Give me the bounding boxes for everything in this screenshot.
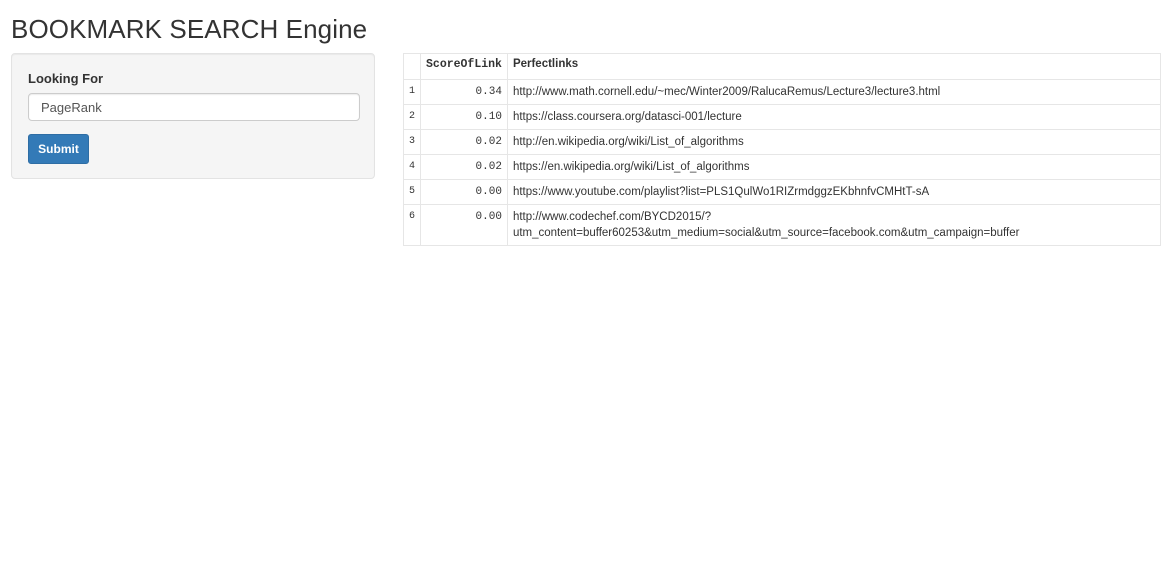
row-index: 3 bbox=[402, 129, 422, 155]
row-score: 0.02 bbox=[420, 129, 508, 155]
row-index: 5 bbox=[402, 179, 422, 205]
row-index: 4 bbox=[402, 154, 422, 180]
row-link-line-2: utm_content=buffer60253&utm_medium=socia… bbox=[512, 227, 1020, 239]
row-index: 2 bbox=[402, 104, 422, 130]
row-link[interactable]: https://www.youtube.com/playlist?list=PL… bbox=[506, 179, 1162, 205]
table-row: 3 0.02 http://en.wikipedia.org/wiki/List… bbox=[402, 129, 1162, 155]
table-row: 6 0.00 http://www.codechef.com/BYCD2015/… bbox=[402, 204, 1162, 246]
row-link[interactable]: https://en.wikipedia.org/wiki/List_of_al… bbox=[506, 154, 1162, 180]
row-link-line-1: http://www.codechef.com/BYCD2015/? bbox=[512, 211, 712, 223]
row-link[interactable]: http://en.wikipedia.org/wiki/List_of_alg… bbox=[506, 129, 1162, 155]
table-row: 2 0.10 https://class.coursera.org/datasc… bbox=[402, 104, 1162, 130]
row-score: 0.00 bbox=[420, 204, 508, 246]
header-perfectlinks[interactable]: Perfectlinks bbox=[506, 53, 1162, 80]
row-link[interactable]: http://www.math.cornell.edu/~mec/Winter2… bbox=[506, 79, 1162, 105]
results-table: ScoreOfLink Perfectlinks 1 0.34 http://w… bbox=[402, 53, 1162, 246]
table-row: 1 0.34 http://www.math.cornell.edu/~mec/… bbox=[402, 79, 1162, 105]
looking-for-label: Looking For bbox=[28, 71, 104, 86]
page-title: BOOKMARK SEARCH Engine bbox=[11, 14, 368, 44]
header-score-of-link[interactable]: ScoreOfLink bbox=[420, 53, 508, 80]
row-index: 6 bbox=[402, 204, 422, 246]
row-link[interactable]: http://www.codechef.com/BYCD2015/? utm_c… bbox=[506, 204, 1162, 246]
submit-button[interactable]: Submit bbox=[28, 134, 89, 164]
table-header-row: ScoreOfLink Perfectlinks bbox=[402, 53, 1162, 80]
row-score: 0.00 bbox=[420, 179, 508, 205]
row-score: 0.02 bbox=[420, 154, 508, 180]
row-link[interactable]: https://class.coursera.org/datasci-001/l… bbox=[506, 104, 1162, 130]
row-index: 1 bbox=[402, 79, 422, 105]
table-row: 5 0.00 https://www.youtube.com/playlist?… bbox=[402, 179, 1162, 205]
row-score: 0.10 bbox=[420, 104, 508, 130]
table-row: 4 0.02 https://en.wikipedia.org/wiki/Lis… bbox=[402, 154, 1162, 180]
search-input[interactable] bbox=[28, 93, 360, 121]
page: BOOKMARK SEARCH Engine Looking For Submi… bbox=[0, 0, 1173, 581]
row-score: 0.34 bbox=[420, 79, 508, 105]
header-index[interactable] bbox=[402, 53, 422, 80]
search-panel: Looking For Submit bbox=[11, 53, 375, 179]
